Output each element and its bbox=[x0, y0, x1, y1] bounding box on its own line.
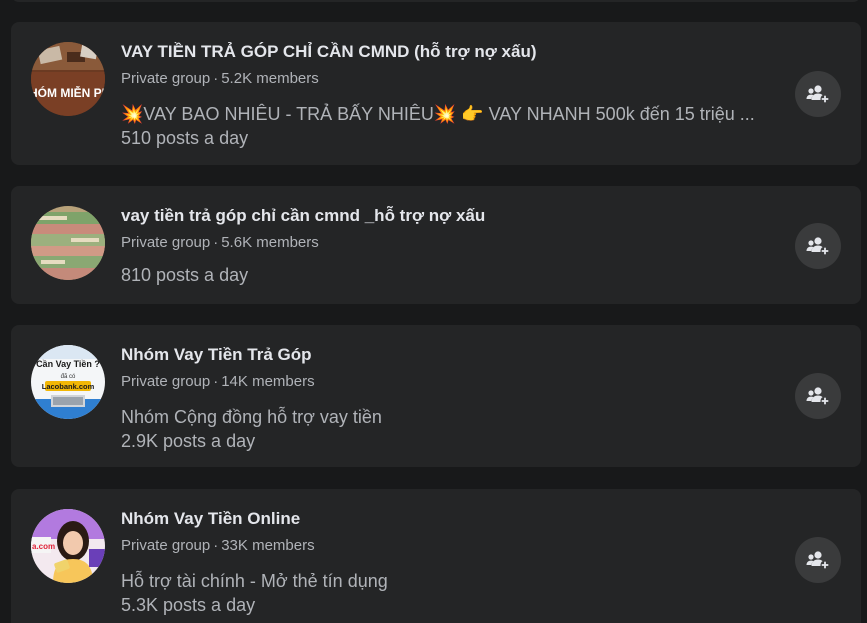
group-photo-nhom-mien-phi-icon: HÓM MIỄN PH bbox=[31, 42, 105, 116]
join-group-button[interactable] bbox=[795, 71, 841, 117]
group-meta: Private group · 5.2K members bbox=[121, 69, 771, 89]
meta-separator: · bbox=[213, 70, 219, 87]
join-group-icon bbox=[806, 85, 830, 104]
group-avatar[interactable]: a.com bbox=[31, 509, 105, 583]
meta-separator: · bbox=[213, 373, 219, 390]
avatar-text: HÓM MIỄN PH bbox=[31, 85, 105, 100]
previous-result-card bbox=[11, 0, 861, 2]
meta-separator: · bbox=[213, 234, 219, 251]
group-result-card[interactable]: Cần Vay Tiền ? đã có Lacobank.com Nhóm V… bbox=[11, 325, 861, 467]
avatar-text: a.com bbox=[32, 542, 55, 551]
group-members: 5.6K members bbox=[221, 234, 319, 251]
group-privacy: Private group bbox=[121, 234, 211, 251]
group-result-card[interactable]: vay tiền trả góp chỉ cần cmnd _hỗ trợ nợ… bbox=[11, 186, 861, 304]
group-photo-money-icon bbox=[31, 206, 105, 280]
group-activity: 510 posts a day bbox=[121, 128, 249, 148]
join-group-icon bbox=[806, 387, 830, 406]
avatar-brand: Lacobank.com bbox=[42, 382, 95, 391]
group-members: 5.2K members bbox=[221, 70, 319, 87]
group-photo-woman-icon: a.com bbox=[31, 509, 105, 583]
group-privacy: Private group bbox=[121, 373, 211, 390]
group-members: 33K members bbox=[221, 537, 315, 554]
group-meta: Private group · 14K members bbox=[121, 372, 771, 392]
group-description bbox=[121, 253, 771, 263]
group-meta: Private group · 33K members bbox=[121, 536, 771, 556]
group-info: vay tiền trả góp chỉ cần cmnd _hỗ trợ nợ… bbox=[121, 205, 771, 287]
group-result-card[interactable]: a.com Nhóm Vay Tiền Online Private group… bbox=[11, 489, 861, 623]
join-group-button[interactable] bbox=[795, 373, 841, 419]
avatar-text: Cần Vay Tiền ? bbox=[36, 359, 100, 369]
group-meta: Private group · 5.6K members bbox=[121, 233, 771, 253]
group-photo-lacobank-icon: Cần Vay Tiền ? đã có Lacobank.com bbox=[31, 345, 105, 419]
group-info: Nhóm Vay Tiền Online Private group · 33K m… bbox=[121, 508, 771, 617]
group-info: VAY TIỀN TRẢ GÓP CHỈ CẦN CMND (hỗ trợ nợ… bbox=[121, 41, 771, 150]
group-name-link[interactable]: Nhóm Vay Tiền Online bbox=[121, 508, 771, 530]
group-activity: 2.9K posts a day bbox=[121, 431, 256, 451]
group-avatar[interactable]: HÓM MIỄN PH bbox=[31, 42, 105, 116]
join-group-icon bbox=[806, 237, 830, 256]
group-activity: 810 posts a day bbox=[121, 265, 249, 285]
group-search-results: HÓM MIỄN PH VAY TIỀN TRẢ GÓP CHỈ CẦN CMN… bbox=[0, 0, 867, 623]
group-privacy: Private group bbox=[121, 70, 211, 87]
group-description: 💥VAY BAO NHIÊU - TRẢ BẤY NHIÊU💥 👉 VAY NH… bbox=[121, 104, 755, 124]
group-description: Nhóm Cộng đồng hỗ trợ vay tiền bbox=[121, 407, 382, 427]
group-name-link[interactable]: Nhóm Vay Tiền Trả Góp bbox=[121, 344, 771, 366]
group-result-card[interactable]: HÓM MIỄN PH VAY TIỀN TRẢ GÓP CHỈ CẦN CMN… bbox=[11, 22, 861, 165]
group-name-link[interactable]: vay tiền trả góp chỉ cần cmnd _hỗ trợ nợ… bbox=[121, 205, 771, 227]
group-activity: 5.3K posts a day bbox=[121, 595, 256, 615]
avatar-text: đã có bbox=[61, 374, 76, 380]
group-description: Hỗ trợ tài chính - Mở thẻ tín dụng bbox=[121, 571, 388, 591]
group-avatar[interactable]: Cần Vay Tiền ? đã có Lacobank.com bbox=[31, 345, 105, 419]
join-group-icon bbox=[806, 551, 830, 570]
group-info: Nhóm Vay Tiền Trả Góp Private group · 14K … bbox=[121, 344, 771, 453]
group-avatar[interactable] bbox=[31, 206, 105, 280]
group-name-link[interactable]: VAY TIỀN TRẢ GÓP CHỈ CẦN CMND (hỗ trợ nợ… bbox=[121, 41, 771, 63]
group-privacy: Private group bbox=[121, 537, 211, 554]
join-group-button[interactable] bbox=[795, 223, 841, 269]
meta-separator: · bbox=[213, 537, 219, 554]
group-members: 14K members bbox=[221, 373, 315, 390]
join-group-button[interactable] bbox=[795, 537, 841, 583]
